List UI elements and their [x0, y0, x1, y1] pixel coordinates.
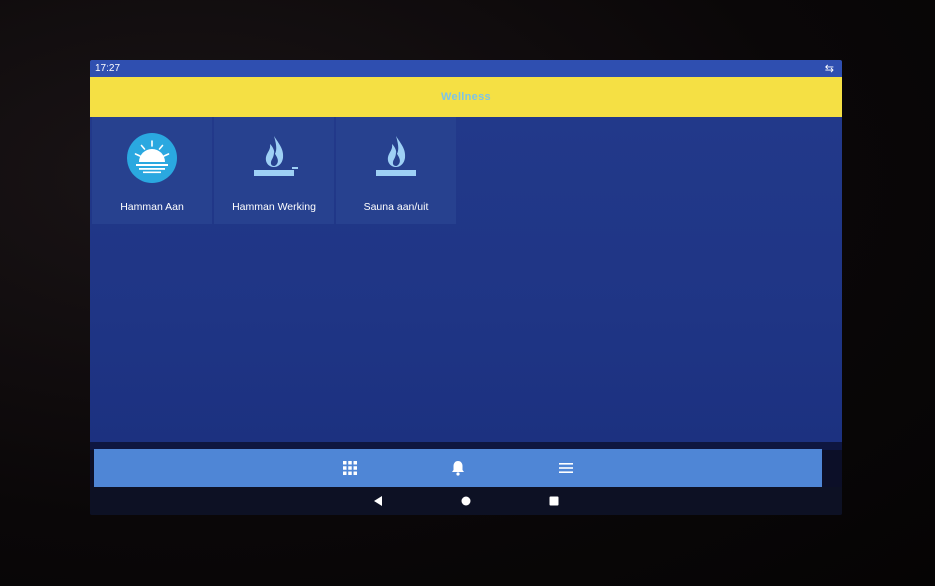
tile-hamman-werking[interactable]: Hamman Werking	[214, 117, 334, 224]
grid-icon[interactable]	[340, 458, 360, 478]
bell-icon[interactable]	[448, 458, 468, 478]
tile-sauna-aan-uit[interactable]: Sauna aan/uit	[336, 117, 456, 224]
sunrise-icon	[125, 131, 179, 185]
flame-icon	[369, 131, 423, 185]
status-time: 17:27	[95, 63, 121, 74]
recents-icon[interactable]	[546, 493, 562, 509]
tile-label: Hamman Werking	[232, 201, 316, 213]
status-bar: 17:27 ⇆	[90, 60, 842, 77]
home-icon[interactable]	[458, 493, 474, 509]
back-icon[interactable]	[370, 493, 386, 509]
bottom-nav-bar	[94, 449, 822, 487]
menu-icon[interactable]	[556, 458, 576, 478]
page-title: Wellness	[441, 91, 491, 103]
tile-label: Hamman Aan	[120, 201, 184, 213]
header-bar: Wellness	[90, 77, 842, 117]
sync-icon: ⇆	[824, 63, 834, 75]
flame-icon	[247, 131, 301, 185]
system-nav-bar	[90, 487, 842, 515]
main-content: Hamman Aan Hamman Werking Sauna aan/uit	[90, 117, 842, 442]
tile-grid: Hamman Aan Hamman Werking Sauna aan/uit	[92, 117, 456, 224]
tile-label: Sauna aan/uit	[363, 201, 429, 213]
tablet-screen: 17:27 ⇆ Wellness Hamman Aan Hamman Werki…	[90, 60, 842, 515]
tile-hamman-aan[interactable]: Hamman Aan	[92, 117, 212, 224]
